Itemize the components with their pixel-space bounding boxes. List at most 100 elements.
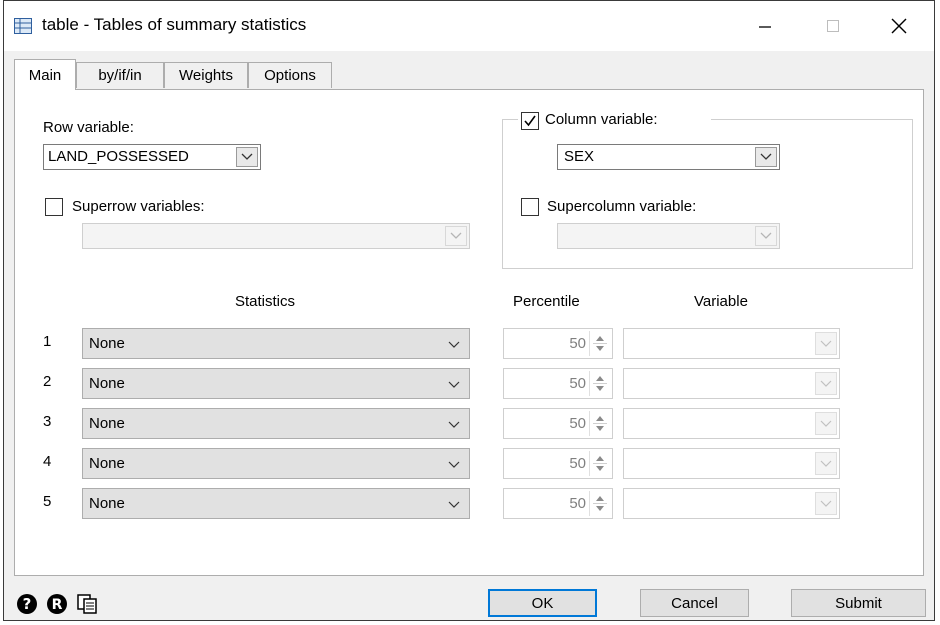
window-title: table - Tables of summary statistics — [42, 15, 307, 34]
spinner-arrows[interactable] — [589, 491, 610, 516]
statistic-value: None — [89, 335, 125, 352]
statistic-select-2[interactable]: None — [82, 368, 470, 399]
spin-up-down-icon — [593, 336, 607, 351]
percentile-value: 50 — [569, 415, 586, 432]
title-bar: table - Tables of summary statistics — [4, 1, 934, 51]
main-panel: Row variable: LAND_POSSESSED Superrow va… — [14, 89, 924, 576]
chevron-down-icon — [450, 232, 462, 239]
superrow-checkbox[interactable] — [45, 198, 63, 216]
statistic-value: None — [89, 455, 125, 472]
chevron-down-icon — [820, 460, 832, 467]
row-number: 1 — [43, 333, 52, 350]
variable-dropdown[interactable] — [815, 452, 837, 475]
variable-select-3[interactable] — [623, 408, 840, 439]
column-variable-combo[interactable]: SEX — [557, 144, 780, 170]
svg-text:R: R — [52, 597, 63, 613]
column-variable-value: SEX — [564, 148, 595, 165]
spinner-arrows[interactable] — [589, 371, 610, 396]
chevron-down-icon — [448, 501, 460, 508]
statistic-value: None — [89, 415, 125, 432]
supercolumn-dropdown[interactable] — [755, 226, 777, 246]
chevron-down-icon — [820, 500, 832, 507]
row-variable-dropdown[interactable] — [236, 147, 258, 167]
row-number: 2 — [43, 373, 52, 390]
minimize-icon — [759, 26, 771, 28]
row-number: 4 — [43, 453, 52, 470]
row-variable-combo[interactable]: LAND_POSSESSED — [43, 144, 261, 170]
statistic-select-4[interactable]: None — [82, 448, 470, 479]
superrow-dropdown[interactable] — [445, 226, 467, 246]
spin-up-down-icon — [593, 496, 607, 511]
chevron-down-icon — [820, 380, 832, 387]
spin-up-down-icon — [593, 456, 607, 471]
tab-weights[interactable]: Weights — [164, 62, 248, 88]
tab-main[interactable]: Main — [14, 59, 76, 90]
row-number: 3 — [43, 413, 52, 430]
chevron-down-icon — [820, 340, 832, 347]
maximize-icon — [827, 20, 839, 32]
percentile-spinner-3[interactable]: 50 — [503, 408, 613, 439]
chevron-down-icon — [448, 461, 460, 468]
reset-icon[interactable]: R — [46, 593, 68, 615]
variable-select-4[interactable] — [623, 448, 840, 479]
row-variable-label: Row variable: — [43, 119, 134, 136]
supercolumn-checkbox[interactable] — [521, 198, 539, 216]
superrow-label: Superrow variables: — [72, 198, 205, 215]
ok-button[interactable]: OK — [488, 589, 597, 617]
checkmark-icon — [524, 115, 536, 127]
help-icon[interactable]: ? — [16, 593, 38, 615]
close-button[interactable] — [876, 1, 922, 51]
percentile-value: 50 — [569, 375, 586, 392]
percentile-spinner-1[interactable]: 50 — [503, 328, 613, 359]
variable-dropdown[interactable] — [815, 332, 837, 355]
spinner-arrows[interactable] — [589, 411, 610, 436]
copy-command-icon[interactable] — [76, 593, 98, 615]
tab-by-if-in[interactable]: by/if/in — [76, 62, 164, 88]
submit-button[interactable]: Submit — [791, 589, 926, 617]
statistic-select-3[interactable]: None — [82, 408, 470, 439]
chevron-down-icon — [448, 341, 460, 348]
supercolumn-combo[interactable] — [557, 223, 780, 249]
percentile-value: 50 — [569, 495, 586, 512]
column-variable-dropdown[interactable] — [755, 147, 777, 167]
statistic-value: None — [89, 495, 125, 512]
svg-text:?: ? — [23, 595, 32, 613]
statistics-header: Statistics — [235, 293, 296, 310]
chevron-down-icon — [760, 153, 772, 160]
percentile-spinner-2[interactable]: 50 — [503, 368, 613, 399]
variable-dropdown[interactable] — [815, 412, 837, 435]
variable-select-5[interactable] — [623, 488, 840, 519]
row-number: 5 — [43, 493, 52, 510]
cancel-button[interactable]: Cancel — [640, 589, 749, 617]
minimize-button[interactable] — [742, 1, 788, 51]
spin-up-down-icon — [593, 376, 607, 391]
spinner-arrows[interactable] — [589, 451, 610, 476]
table-dialog-icon — [14, 18, 32, 34]
variable-dropdown[interactable] — [815, 372, 837, 395]
superrow-combo[interactable] — [82, 223, 470, 249]
statistic-value: None — [89, 375, 125, 392]
spinner-arrows[interactable] — [589, 331, 610, 356]
chevron-down-icon — [820, 420, 832, 427]
percentile-spinner-4[interactable]: 50 — [503, 448, 613, 479]
supercolumn-label: Supercolumn variable: — [547, 198, 697, 215]
spin-up-down-icon — [593, 416, 607, 431]
variable-dropdown[interactable] — [815, 492, 837, 515]
percentile-spinner-5[interactable]: 50 — [503, 488, 613, 519]
percentile-value: 50 — [569, 335, 586, 352]
dialog-window: table - Tables of summary statistics Mai… — [3, 0, 935, 621]
percentile-value: 50 — [569, 455, 586, 472]
variable-select-1[interactable] — [623, 328, 840, 359]
statistic-select-5[interactable]: None — [82, 488, 470, 519]
variable-header: Variable — [694, 293, 748, 310]
row-variable-value: LAND_POSSESSED — [48, 148, 189, 165]
column-variable-label: Column variable: — [545, 111, 658, 128]
column-variable-checkbox[interactable] — [521, 112, 539, 130]
chevron-down-icon — [760, 232, 772, 239]
chevron-down-icon — [448, 381, 460, 388]
statistic-select-1[interactable]: None — [82, 328, 470, 359]
tab-options[interactable]: Options — [248, 62, 332, 88]
variable-select-2[interactable] — [623, 368, 840, 399]
maximize-button[interactable] — [810, 1, 856, 51]
chevron-down-icon — [241, 153, 253, 160]
